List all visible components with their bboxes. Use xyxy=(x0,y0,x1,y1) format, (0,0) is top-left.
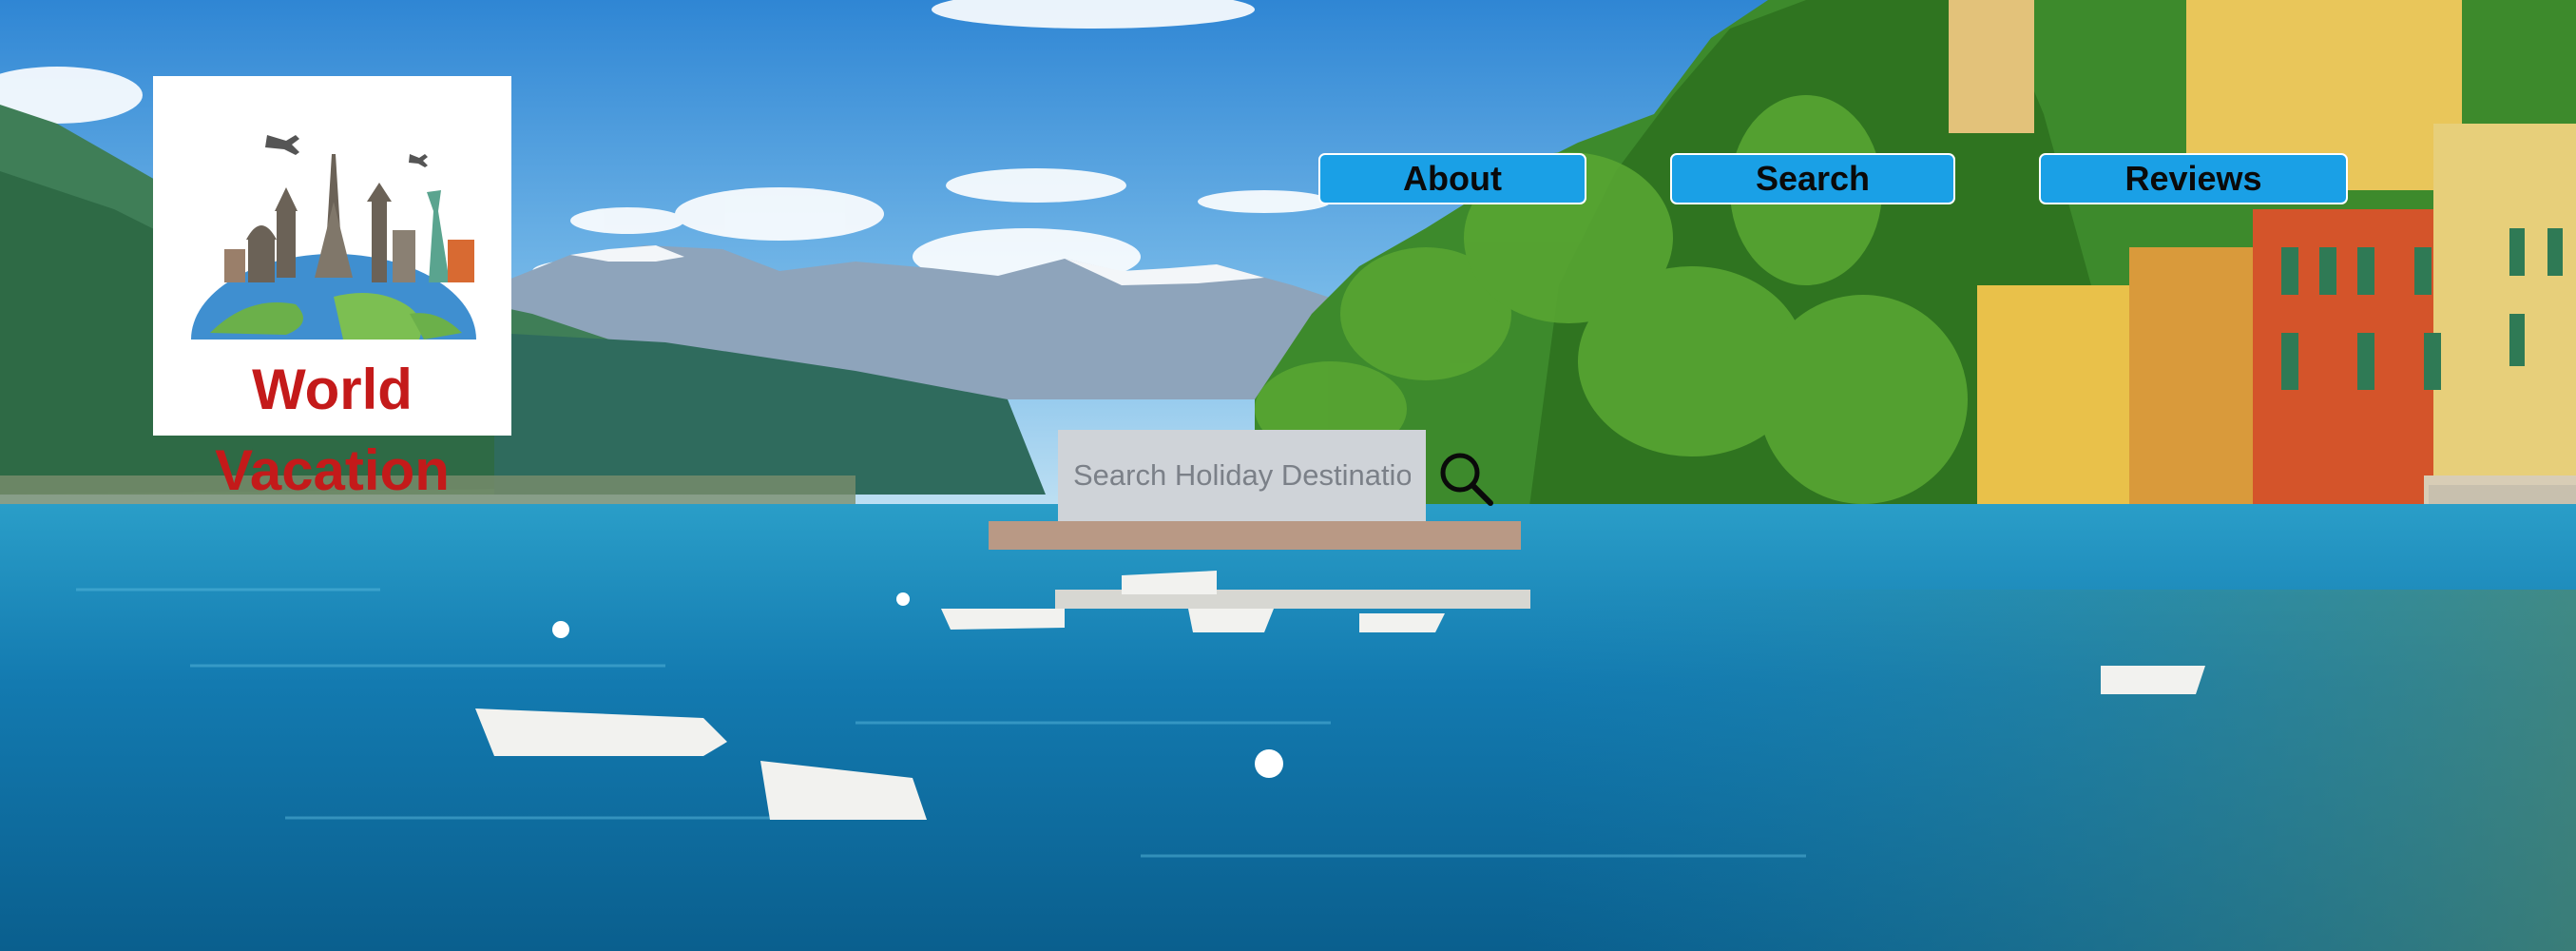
search-nav-button[interactable]: Search xyxy=(1670,153,1955,204)
world-landmarks-globe-icon xyxy=(172,97,492,340)
magnifier-icon[interactable] xyxy=(1437,450,1494,507)
logo-title-line1: World xyxy=(252,358,413,421)
reviews-button[interactable]: Reviews xyxy=(2039,153,2348,204)
site-logo[interactable]: World Vacation xyxy=(153,76,511,501)
search-input[interactable] xyxy=(1058,430,1426,521)
logo-title-line2: Vacation xyxy=(215,438,450,502)
about-button[interactable]: About xyxy=(1318,153,1586,204)
